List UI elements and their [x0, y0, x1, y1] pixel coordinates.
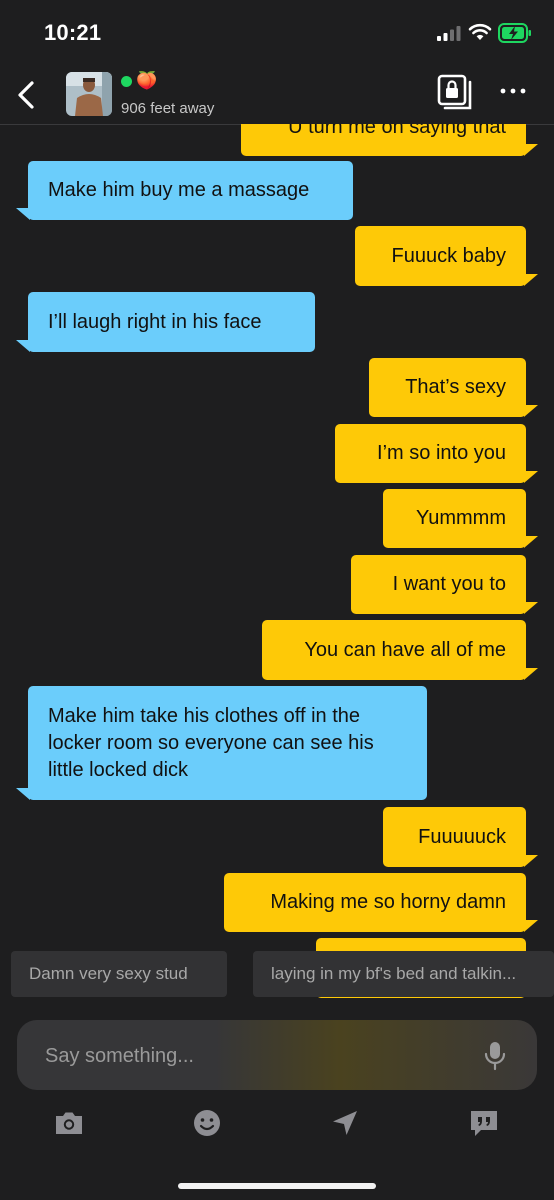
message-text: That’s sexy	[405, 376, 506, 398]
cellular-signal-icon	[437, 26, 461, 41]
message-text: You can have all of me	[304, 638, 506, 661]
message-text: I’m so into you	[377, 442, 506, 464]
message-bubble-outgoing[interactable]: I’m so into you	[335, 424, 538, 483]
message-text: I’ll laugh right in his face	[48, 310, 262, 333]
message-bubble-outgoing[interactable]: Fuuuuuck	[383, 807, 538, 867]
location-arrow-icon[interactable]	[328, 1106, 362, 1140]
message-text-line: Make him take his clothes off in the	[48, 705, 361, 727]
quote-bubble-icon[interactable]	[467, 1106, 501, 1140]
online-status-dot	[121, 76, 132, 87]
message-text: Fuuuuuck	[418, 825, 506, 848]
home-indicator[interactable]	[178, 1183, 376, 1189]
message-composer	[17, 1020, 537, 1090]
message-bubble-incoming[interactable]: I’ll laugh right in his face	[16, 292, 315, 352]
message-bubble-incoming[interactable]: Make him buy me a massage	[16, 161, 353, 220]
camera-icon[interactable]	[52, 1106, 86, 1140]
message-bubble-incoming[interactable]: Make him take his clothes off in the loc…	[16, 686, 427, 800]
message-text: Fuuuck baby	[391, 244, 506, 267]
message-bubble-outgoing[interactable]: Fuuuck baby	[355, 226, 538, 286]
message-bubble-outgoing[interactable]: Yummmm	[383, 489, 538, 548]
message-text: U turn me on saying that	[288, 124, 506, 138]
quick-reply-suggestion[interactable]: Damn very sexy stud	[11, 951, 227, 997]
message-text-line: locker room so everyone can see his	[48, 732, 374, 754]
message-bubble-outgoing[interactable]: Making me so horny damn	[224, 873, 538, 932]
message-input[interactable]	[43, 1042, 467, 1070]
message-bubble-outgoing[interactable]: I want you to	[351, 555, 538, 614]
locked-album-icon[interactable]	[437, 74, 473, 110]
status-bar: 10:21	[0, 0, 554, 64]
message-bubble-outgoing[interactable]: You can have all of me	[262, 620, 538, 680]
message-text-line: little locked dick	[48, 759, 189, 781]
chat-header: 🍑 906 feet away	[0, 64, 554, 125]
wifi-icon	[468, 23, 492, 40]
back-button[interactable]	[12, 78, 42, 112]
status-time: 10:21	[44, 20, 102, 45]
ellipsis-icon[interactable]	[496, 80, 530, 102]
message-bubble-outgoing[interactable]: That’s sexy	[369, 358, 538, 417]
battery-charging-icon	[498, 23, 531, 43]
quick-reply-suggestion[interactable]: laying in my bf's bed and talkin...	[253, 951, 554, 997]
microphone-icon[interactable]	[483, 1040, 507, 1072]
message-text: I want you to	[392, 573, 506, 595]
message-text: Yummmm	[416, 507, 506, 529]
smiley-icon[interactable]	[190, 1106, 224, 1140]
message-text: Making me so horny damn	[270, 891, 506, 913]
peach-emoji: 🍑	[136, 71, 158, 90]
distance-label: 906 feet away	[121, 100, 215, 117]
message-text: Make him buy me a massage	[48, 179, 310, 201]
message-bubble-outgoing[interactable]: U turn me on saying that	[241, 124, 538, 156]
avatar[interactable]	[66, 72, 112, 116]
message-list[interactable]: U turn me on saying that Make him buy me…	[0, 124, 554, 1004]
